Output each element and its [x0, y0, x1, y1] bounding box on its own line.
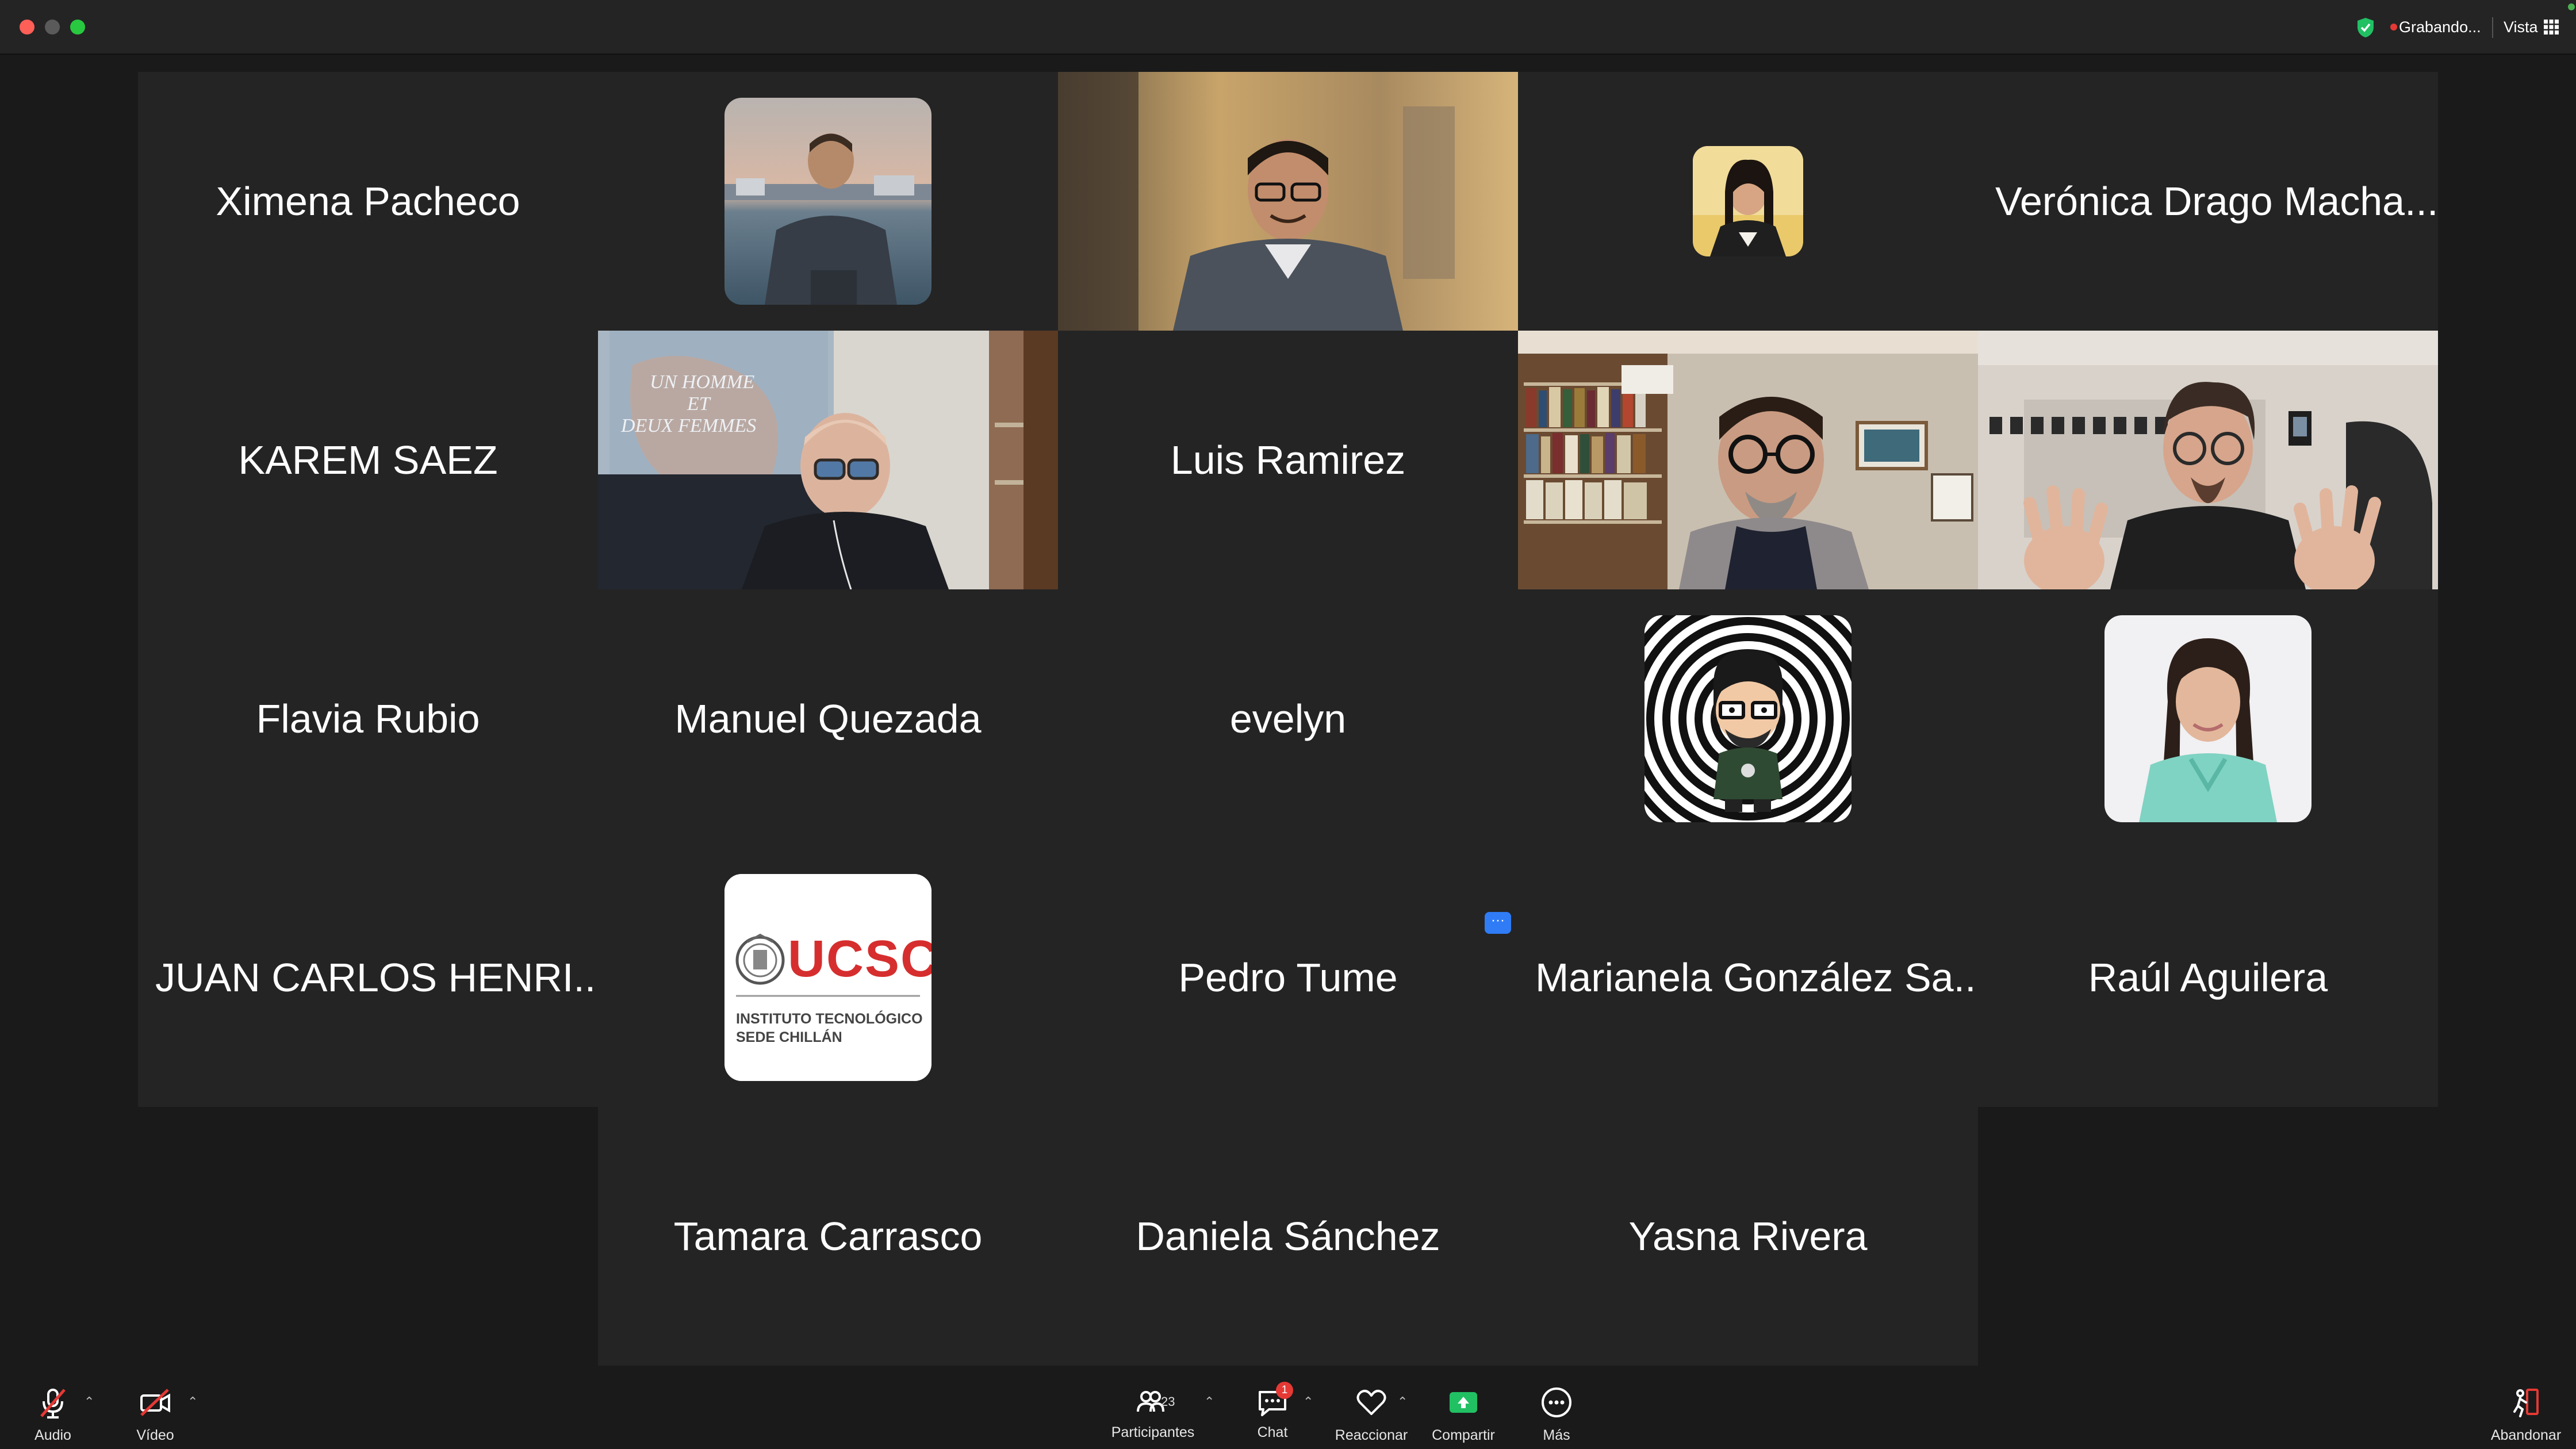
- active-speaker-tile[interactable]: [1978, 331, 2438, 589]
- participant-avatar-photo: [724, 98, 931, 305]
- titlebar-divider: [2492, 17, 2493, 38]
- participant-tile[interactable]: KAREM SAEZ: [138, 331, 598, 589]
- participant-name: Pedro Tume: [1178, 955, 1398, 1000]
- chat-label: Chat: [1257, 1424, 1288, 1440]
- leave-label: Abandonar: [2490, 1427, 2562, 1443]
- participant-video-tile[interactable]: [1518, 331, 1978, 589]
- participants-button[interactable]: 23 Participantes: [1104, 1384, 1202, 1441]
- microphone-muted-icon: [40, 1389, 66, 1419]
- more-button[interactable]: Más: [1508, 1384, 1605, 1444]
- react-button[interactable]: Reaccionar: [1322, 1384, 1420, 1444]
- participant-video-feed: [1978, 331, 2438, 589]
- react-options-caret-icon[interactable]: ⌃: [1397, 1394, 1408, 1409]
- more-label: Más: [1543, 1427, 1570, 1443]
- participant-tile[interactable]: [598, 72, 1058, 331]
- recording-indicator-dot: [2390, 24, 2397, 30]
- shield-icon[interactable]: [2356, 17, 2375, 38]
- poster-title-line1: UN HOMME: [650, 371, 754, 393]
- participant-tile[interactable]: [1978, 589, 2438, 848]
- video-gallery: Ximena Pacheco Verónica Drago Macha... K…: [0, 55, 2576, 1377]
- ucsc-acronym: UCSC: [788, 930, 931, 988]
- audio-button[interactable]: Audio: [4, 1384, 102, 1444]
- participant-name: Manuel Quezada: [674, 696, 982, 741]
- participant-name: Verónica Drago Macha...: [1995, 179, 2438, 224]
- participants-icon-wrap: 23: [1134, 1384, 1175, 1421]
- participant-tile[interactable]: Verónica Drago Macha...: [1978, 72, 2438, 331]
- participant-tile[interactable]: [1518, 589, 1978, 848]
- ucsc-logo-avatar: UCSC INSTITUTO TECNOLÓGICO SEDE CHILLÁN: [724, 874, 931, 1081]
- react-label: Reaccionar: [1335, 1427, 1408, 1443]
- grid-view-icon[interactable]: [2544, 20, 2559, 34]
- more-options-icon: [1542, 1387, 1571, 1417]
- share-label: Compartir: [1432, 1427, 1495, 1443]
- video-options-caret-icon[interactable]: ⌃: [187, 1394, 198, 1409]
- audio-options-caret-icon[interactable]: ⌃: [84, 1394, 94, 1409]
- participant-video-feed: UN HOMME ET DEUX FEMMES: [598, 331, 1058, 589]
- participant-tile[interactable]: Luis Ramirez: [1058, 331, 1518, 589]
- ucsc-line2: SEDE CHILLÁN: [736, 1029, 842, 1045]
- participants-options-caret-icon[interactable]: ⌃: [1204, 1394, 1214, 1409]
- participant-avatar-photo: [1693, 146, 1803, 256]
- share-screen-button[interactable]: Compartir: [1414, 1384, 1512, 1444]
- participant-tile[interactable]: Flavia Rubio: [138, 589, 598, 848]
- leave-meeting-button[interactable]: Abandonar: [2477, 1384, 2575, 1444]
- chat-options-caret-icon[interactable]: ⌃: [1303, 1394, 1313, 1409]
- participant-avatar-cartoon: [1644, 615, 1851, 822]
- recording-label[interactable]: Grabando...: [2399, 18, 2481, 36]
- video-label: Vídeo: [136, 1427, 174, 1443]
- tile-more-options-button[interactable]: ···: [1485, 912, 1511, 934]
- share-screen-icon: [1450, 1392, 1477, 1413]
- participants-label: Participantes: [1111, 1424, 1195, 1440]
- close-window-button[interactable]: [20, 20, 34, 34]
- participants-count: 23: [1161, 1394, 1175, 1409]
- participant-video-feed: [1518, 331, 1978, 589]
- participant-video-feed: [1058, 72, 1518, 331]
- participant-name: Marianela González Sa...: [1535, 955, 1978, 1000]
- participant-tile[interactable]: Manuel Quezada: [598, 589, 1058, 848]
- maximize-window-button[interactable]: [70, 20, 85, 34]
- participant-video-tile[interactable]: UN HOMME ET DEUX FEMMES: [598, 331, 1058, 589]
- audio-label: Audio: [34, 1427, 71, 1443]
- participant-name: JUAN CARLOS HENRI...: [155, 955, 598, 1000]
- participant-tile[interactable]: JUAN CARLOS HENRI...: [138, 848, 598, 1107]
- ucsc-logo: UCSC INSTITUTO TECNOLÓGICO SEDE CHILLÁN: [724, 874, 931, 1081]
- participant-tile[interactable]: [1518, 72, 1978, 331]
- participant-tile[interactable]: Ximena Pacheco: [138, 72, 598, 331]
- view-menu-label[interactable]: Vista: [2504, 18, 2538, 36]
- participant-tile[interactable]: Tamara Carrasco: [598, 1107, 1058, 1366]
- participant-name: Ximena Pacheco: [216, 179, 520, 224]
- participant-name: Daniela Sánchez: [1136, 1214, 1440, 1259]
- poster-title-line2: ET: [687, 393, 711, 415]
- participant-tile[interactable]: Pedro Tume: [1058, 848, 1518, 1107]
- chat-unread-badge: 1: [1276, 1382, 1293, 1399]
- participant-tile[interactable]: Raúl Aguilera: [1978, 848, 2438, 1107]
- participant-name: Flavia Rubio: [256, 696, 480, 741]
- participant-tile[interactable]: Yasna Rivera: [1518, 1107, 1978, 1366]
- participant-tile[interactable]: Daniela Sánchez: [1058, 1107, 1518, 1366]
- participant-name: Tamara Carrasco: [673, 1214, 983, 1259]
- participant-tile[interactable]: Marianela González Sa...: [1518, 848, 1978, 1107]
- participant-avatar-photo: [2104, 615, 2312, 822]
- heart-icon: [1356, 1390, 1386, 1415]
- participant-tile[interactable]: evelyn: [1058, 589, 1518, 848]
- poster-title-line3: DEUX FEMMES: [620, 415, 756, 436]
- camera-off-icon: [140, 1389, 170, 1416]
- leave-door-icon: [2513, 1389, 2539, 1417]
- chat-button[interactable]: 1 Chat: [1224, 1382, 1321, 1441]
- ucsc-line1: INSTITUTO TECNOLÓGICO: [736, 1010, 923, 1027]
- chat-icon-wrap: 1: [1254, 1382, 1293, 1421]
- status-dot: [2568, 3, 2575, 10]
- video-button[interactable]: Vídeo: [106, 1384, 204, 1444]
- participant-tile[interactable]: UCSC INSTITUTO TECNOLÓGICO SEDE CHILLÁN: [598, 848, 1058, 1107]
- window-titlebar: Grabando... Vista: [0, 0, 2576, 55]
- participant-video-tile[interactable]: [1058, 72, 1518, 331]
- meeting-toolbar: Audio ⌃ Vídeo ⌃ 23 Participantes ⌃ 1 Cha…: [0, 1377, 2576, 1449]
- minimize-window-button[interactable]: [45, 20, 60, 34]
- participant-name: KAREM SAEZ: [238, 438, 498, 482]
- participant-name: Raúl Aguilera: [2088, 955, 2328, 1000]
- participant-name: Luis Ramirez: [1170, 438, 1406, 482]
- participant-name: Yasna Rivera: [1628, 1214, 1868, 1259]
- participant-name: evelyn: [1229, 696, 1347, 741]
